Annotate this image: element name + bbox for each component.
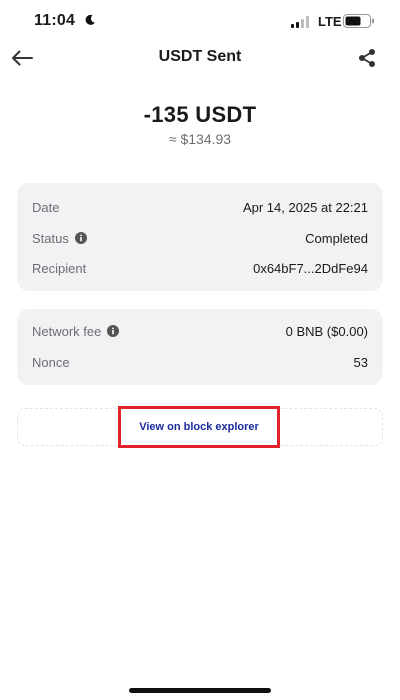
moon-icon bbox=[85, 14, 95, 25]
info-icon[interactable] bbox=[74, 232, 87, 244]
detail-label: Recipient bbox=[32, 260, 87, 276]
signal-icon bbox=[291, 16, 309, 28]
detail-value: Completed bbox=[305, 230, 368, 246]
view-on-block-explorer-button[interactable]: View on block explorer bbox=[118, 406, 280, 448]
fee-value: 53 bbox=[353, 354, 368, 370]
fee-value: 0 BNB ($0.00) bbox=[285, 323, 368, 339]
fee-row-nonce: Nonce 53 bbox=[32, 352, 368, 372]
detail-value: Apr 14, 2025 at 22:21 bbox=[242, 199, 368, 215]
status-time: 11:04 bbox=[34, 12, 76, 29]
detail-row-status: Status Completed bbox=[32, 228, 368, 248]
detail-label: Status bbox=[32, 231, 87, 246]
share-icon bbox=[359, 49, 375, 67]
fee-card: Network fee 0 BNB ($0.00) Nonce 53 bbox=[17, 309, 383, 385]
network-label: LTE bbox=[318, 14, 342, 29]
detail-row-date: Date Apr 14, 2025 at 22:21 bbox=[32, 197, 368, 217]
share-button[interactable] bbox=[354, 44, 380, 72]
page-title: USDT Sent bbox=[158, 48, 242, 65]
fee-row-network-fee: Network fee 0 BNB ($0.00) bbox=[32, 321, 368, 341]
detail-value[interactable]: 0x64bF7...2DdFe94 bbox=[253, 261, 368, 276]
status-bar: 11:04 LTE bbox=[0, 0, 400, 44]
battery-icon bbox=[343, 14, 374, 28]
nav-bar: USDT Sent bbox=[0, 40, 400, 76]
fee-label: Network fee bbox=[32, 324, 120, 339]
details-card: Date Apr 14, 2025 at 22:21 Status Comple… bbox=[17, 183, 383, 291]
detail-row-recipient: Recipient 0x64bF7...2DdFe94 bbox=[32, 258, 368, 278]
amount-value: -135 USDT bbox=[143, 102, 257, 127]
fiat-value: ≈ $134.93 bbox=[168, 131, 232, 147]
info-icon[interactable] bbox=[107, 325, 120, 337]
home-indicator[interactable] bbox=[129, 688, 271, 693]
fee-label: Nonce bbox=[32, 354, 70, 370]
detail-label: Date bbox=[32, 199, 60, 215]
